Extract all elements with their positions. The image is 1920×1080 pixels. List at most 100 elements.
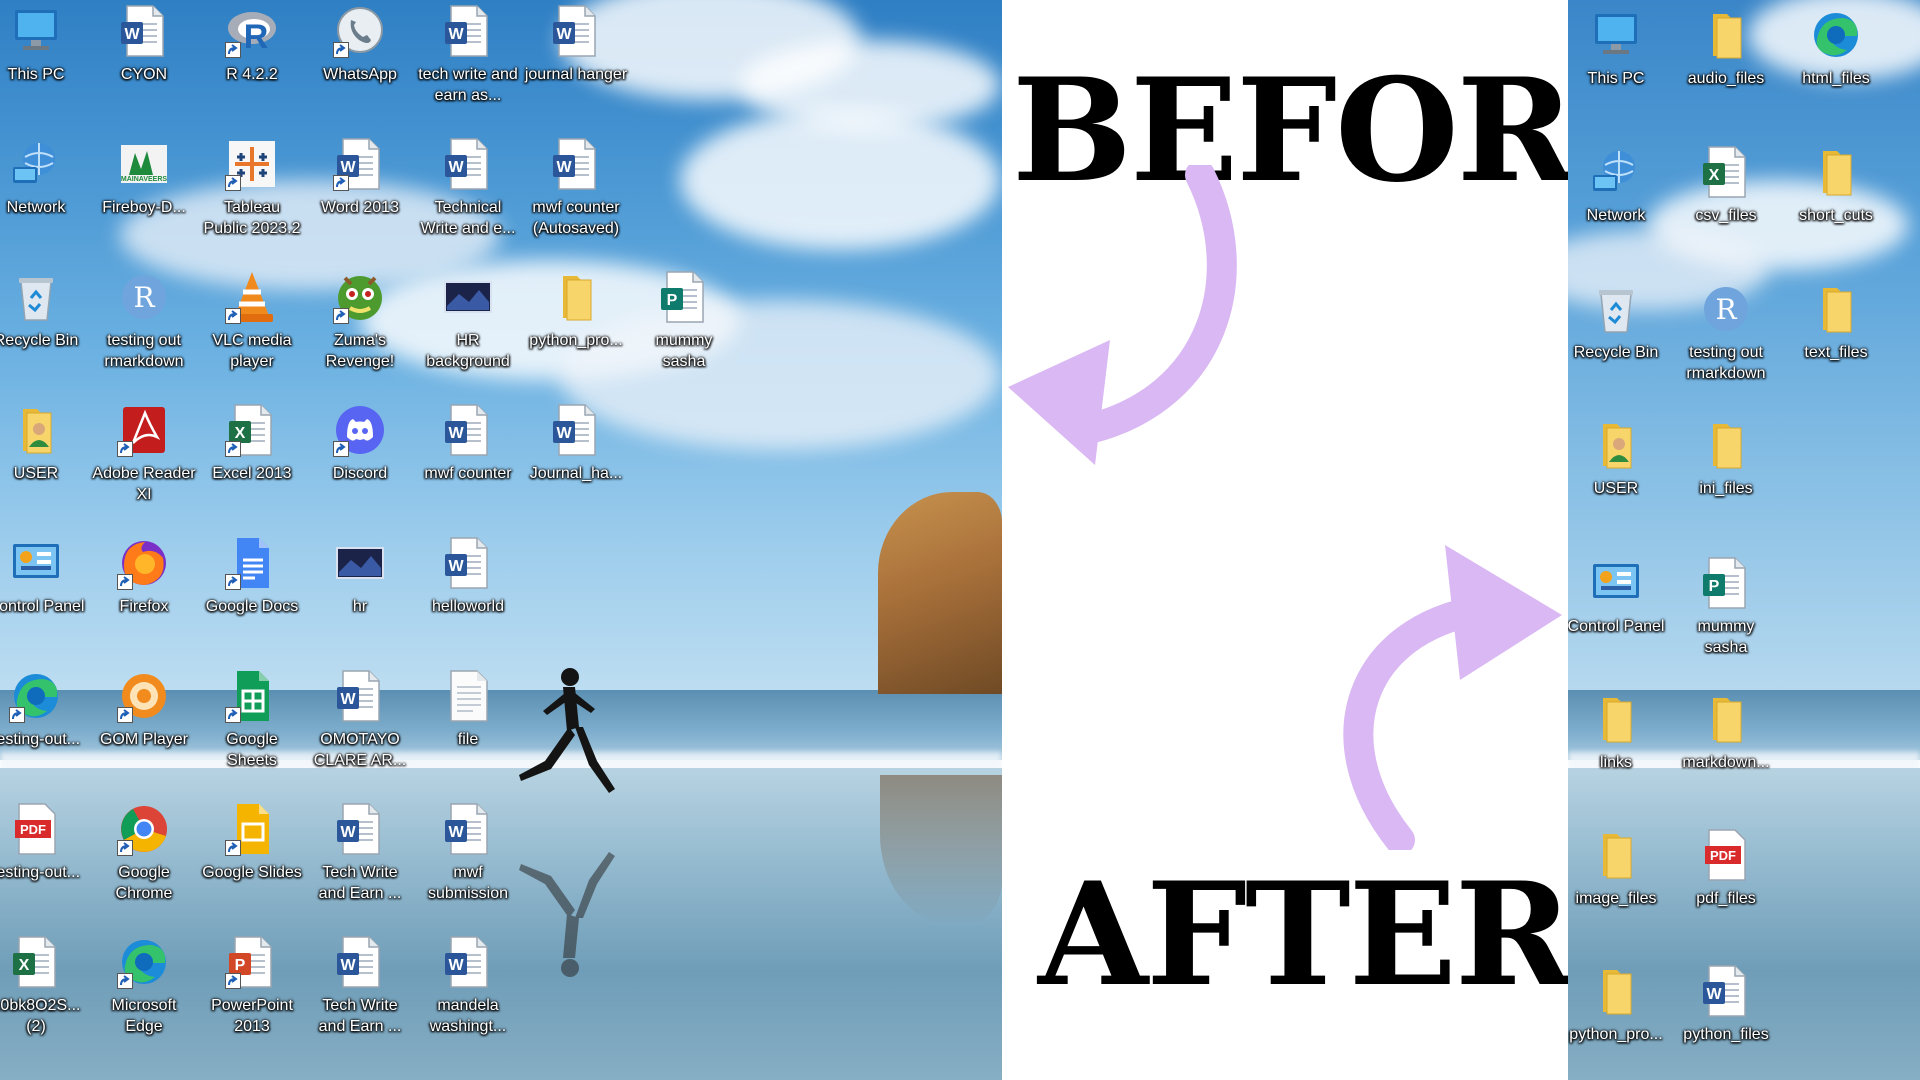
- desktop-icon-label: Control Panel: [1568, 618, 1665, 635]
- desktop-icon-mandela-washingt[interactable]: Wmandela washingt...: [414, 933, 522, 1037]
- svg-text:W: W: [556, 159, 572, 176]
- desktop-icon-hr[interactable]: hr: [306, 534, 414, 617]
- desktop-icon-tech-write-and-earn[interactable]: W Tech Write and Earn ...: [306, 800, 414, 904]
- svg-text:R: R: [1715, 293, 1737, 326]
- desktop-icon-python-pro[interactable]: python_pro...: [522, 268, 630, 351]
- desktop-icon-zuma-s-revenge[interactable]: Zuma's Revenge!: [306, 268, 414, 372]
- desktop-icon-discord[interactable]: Discord: [306, 401, 414, 484]
- desktop-icon-mummy-sasha[interactable]: Pmummy sasha: [1672, 554, 1780, 658]
- desktop-icon-recycle-bin[interactable]: Recycle Bin: [0, 268, 90, 351]
- desktop-icon-testing-out-rmarkdown[interactable]: Rtesting out rmarkdown: [1672, 280, 1780, 384]
- desktop-icon-helloworld[interactable]: Whelloworld: [414, 534, 522, 617]
- desktop-icon-technical-write-and-e[interactable]: W Technical Write and e...: [414, 135, 522, 239]
- desktop-icon-fireboy-d[interactable]: MAINAVEERS Fireboy-D...: [90, 135, 198, 218]
- svg-text:W: W: [1706, 986, 1722, 1003]
- zuma-icon: [331, 268, 389, 326]
- desktop-icon-word-2013[interactable]: W Word 2013: [306, 135, 414, 218]
- desktop-icon-label: VLC media player: [212, 332, 292, 370]
- desktop-icon-journal-ha[interactable]: W Journal_ha...: [522, 401, 630, 484]
- desktop-icon-this-pc[interactable]: This PC: [1568, 6, 1670, 89]
- desktop-icon-microsoft-edge[interactable]: Microsoft Edge: [90, 933, 198, 1037]
- desktop-icon-ini-files[interactable]: ini_files: [1672, 416, 1780, 499]
- desktop-icon-mwf-submission[interactable]: Wmwf submission: [414, 800, 522, 904]
- pdf-icon: PDF: [1697, 826, 1755, 884]
- desktop-icon-user[interactable]: USER: [1568, 416, 1670, 499]
- desktop-icon-mwf-counter[interactable]: Wmwf counter: [414, 401, 522, 484]
- desktop-icon-label: testing out rmarkdown: [1686, 344, 1766, 382]
- desktop-icon-google-sheets[interactable]: Google Sheets: [198, 667, 306, 771]
- desktop-icon-tableau-public-2023-2[interactable]: Tableau Public 2023.2: [198, 135, 306, 239]
- desktop-icon-python-pro[interactable]: python_pro...: [1568, 962, 1670, 1045]
- desktop-icon-cyon[interactable]: W CYON: [90, 2, 198, 85]
- network-icon: [1587, 143, 1645, 201]
- edge-icon: [115, 933, 173, 991]
- after-icon-grid: This PC audio_files html_files Network Xcsv_…: [1568, 0, 1920, 1080]
- desktop-icon-network[interactable]: Network: [1568, 143, 1670, 226]
- desktop-icon-omotayo-clare-ar[interactable]: W OMOTAYO CLARE AR...: [306, 667, 414, 771]
- desktop-icon-label: HR background: [426, 332, 510, 370]
- word-doc-icon: W: [331, 800, 389, 858]
- desktop-icon-testing-out[interactable]: testing-out...: [0, 667, 90, 750]
- tableau-icon: [223, 135, 281, 193]
- desktop-icon-adobe-reader-xi[interactable]: Adobe Reader XI: [90, 401, 198, 505]
- desktop-icon-network[interactable]: Network: [0, 135, 90, 218]
- desktop-icon-r-4-2-2[interactable]: R R 4.2.2: [198, 2, 306, 85]
- desktop-icon-label: python_pro...: [1569, 1026, 1663, 1043]
- folder-icon: [1697, 690, 1755, 748]
- word-doc-icon: W: [547, 2, 605, 60]
- desktop-icon-testing-out-rmarkdown[interactable]: Rtesting out rmarkdown: [90, 268, 198, 372]
- control-panel-icon: [7, 534, 65, 592]
- vlc-icon: [223, 268, 281, 326]
- desktop-icon-short-cuts[interactable]: short_cuts: [1782, 143, 1890, 226]
- desktop-icon-label: Google Slides: [202, 864, 302, 881]
- recycle-bin-icon: [7, 268, 65, 326]
- desktop-icon-10bk8o2s-2[interactable]: X 10bk8O2S... (2): [0, 933, 90, 1037]
- folder-icon: [1697, 416, 1755, 474]
- desktop-icon-label: Microsoft Edge: [111, 997, 177, 1035]
- desktop-icon-user[interactable]: USER: [0, 401, 90, 484]
- desktop-icon-markdown[interactable]: markdown...: [1672, 690, 1780, 773]
- desktop-icon-control-panel[interactable]: Control Panel: [0, 534, 90, 617]
- desktop-icon-label: links: [1599, 754, 1632, 771]
- desktop-icon-label: Firefox: [119, 598, 169, 615]
- desktop-icon-recycle-bin[interactable]: Recycle Bin: [1568, 280, 1670, 363]
- desktop-icon-python-files[interactable]: Wpython_files: [1672, 962, 1780, 1045]
- desktop-icon-links[interactable]: links: [1568, 690, 1670, 773]
- desktop-icon-google-chrome[interactable]: Google Chrome: [90, 800, 198, 904]
- desktop-icon-this-pc[interactable]: This PC: [0, 2, 90, 85]
- desktop-icon-google-slides[interactable]: Google Slides: [198, 800, 306, 883]
- desktop-icon-testing-out[interactable]: PDF testing-out...: [0, 800, 90, 883]
- desktop-icon-journal-hanger[interactable]: Wjournal hanger: [522, 2, 630, 85]
- desktop-icon-tech-write-and-earn-as[interactable]: Wtech write and earn as...: [414, 2, 522, 106]
- desktop-icon-label: mwf counter: [424, 465, 512, 482]
- r-icon: R: [223, 2, 281, 60]
- user-folder-icon: [7, 401, 65, 459]
- this-pc-icon: [1587, 6, 1645, 64]
- desktop-icon-label: Google Chrome: [115, 864, 173, 902]
- desktop-icon-google-docs[interactable]: Google Docs: [198, 534, 306, 617]
- svg-text:PDF: PDF: [20, 822, 46, 837]
- word-doc-icon: W: [547, 401, 605, 459]
- desktop-icon-csv-files[interactable]: Xcsv_files: [1672, 143, 1780, 226]
- desktop-icon-html-files[interactable]: html_files: [1782, 6, 1890, 89]
- desktop-icon-text-files[interactable]: text_files: [1782, 280, 1890, 363]
- desktop-icon-image-files[interactable]: image_files: [1568, 826, 1670, 909]
- desktop-icon-label: OMOTAYO CLARE AR...: [313, 731, 407, 769]
- desktop-icon-whatsapp[interactable]: WhatsApp: [306, 2, 414, 85]
- desktop-icon-label: testing out rmarkdown: [104, 332, 184, 370]
- desktop-icon-gom-player[interactable]: GOM Player: [90, 667, 198, 750]
- desktop-icon-file[interactable]: file: [414, 667, 522, 750]
- desktop-icon-excel-2013[interactable]: X Excel 2013: [198, 401, 306, 484]
- desktop-icon-audio-files[interactable]: audio_files: [1672, 6, 1780, 89]
- desktop-icon-tech-write-and-earn[interactable]: W Tech Write and Earn ...: [306, 933, 414, 1037]
- desktop-icon-label: audio_files: [1687, 70, 1765, 87]
- desktop-icon-firefox[interactable]: Firefox: [90, 534, 198, 617]
- desktop-icon-control-panel[interactable]: Control Panel: [1568, 554, 1670, 637]
- desktop-icon-hr-background[interactable]: HR background: [414, 268, 522, 372]
- desktop-icon-pdf-files[interactable]: PDF pdf_files: [1672, 826, 1780, 909]
- desktop-icon-mummy-sasha[interactable]: Pmummy sasha: [630, 268, 738, 372]
- desktop-icon-mwf-counter-autosaved[interactable]: Wmwf counter (Autosaved): [522, 135, 630, 239]
- desktop-icon-powerpoint-2013[interactable]: P PowerPoint 2013: [198, 933, 306, 1037]
- desktop-icon-vlc-media-player[interactable]: VLC media player: [198, 268, 306, 372]
- desktop-icon-label: CYON: [120, 66, 168, 83]
